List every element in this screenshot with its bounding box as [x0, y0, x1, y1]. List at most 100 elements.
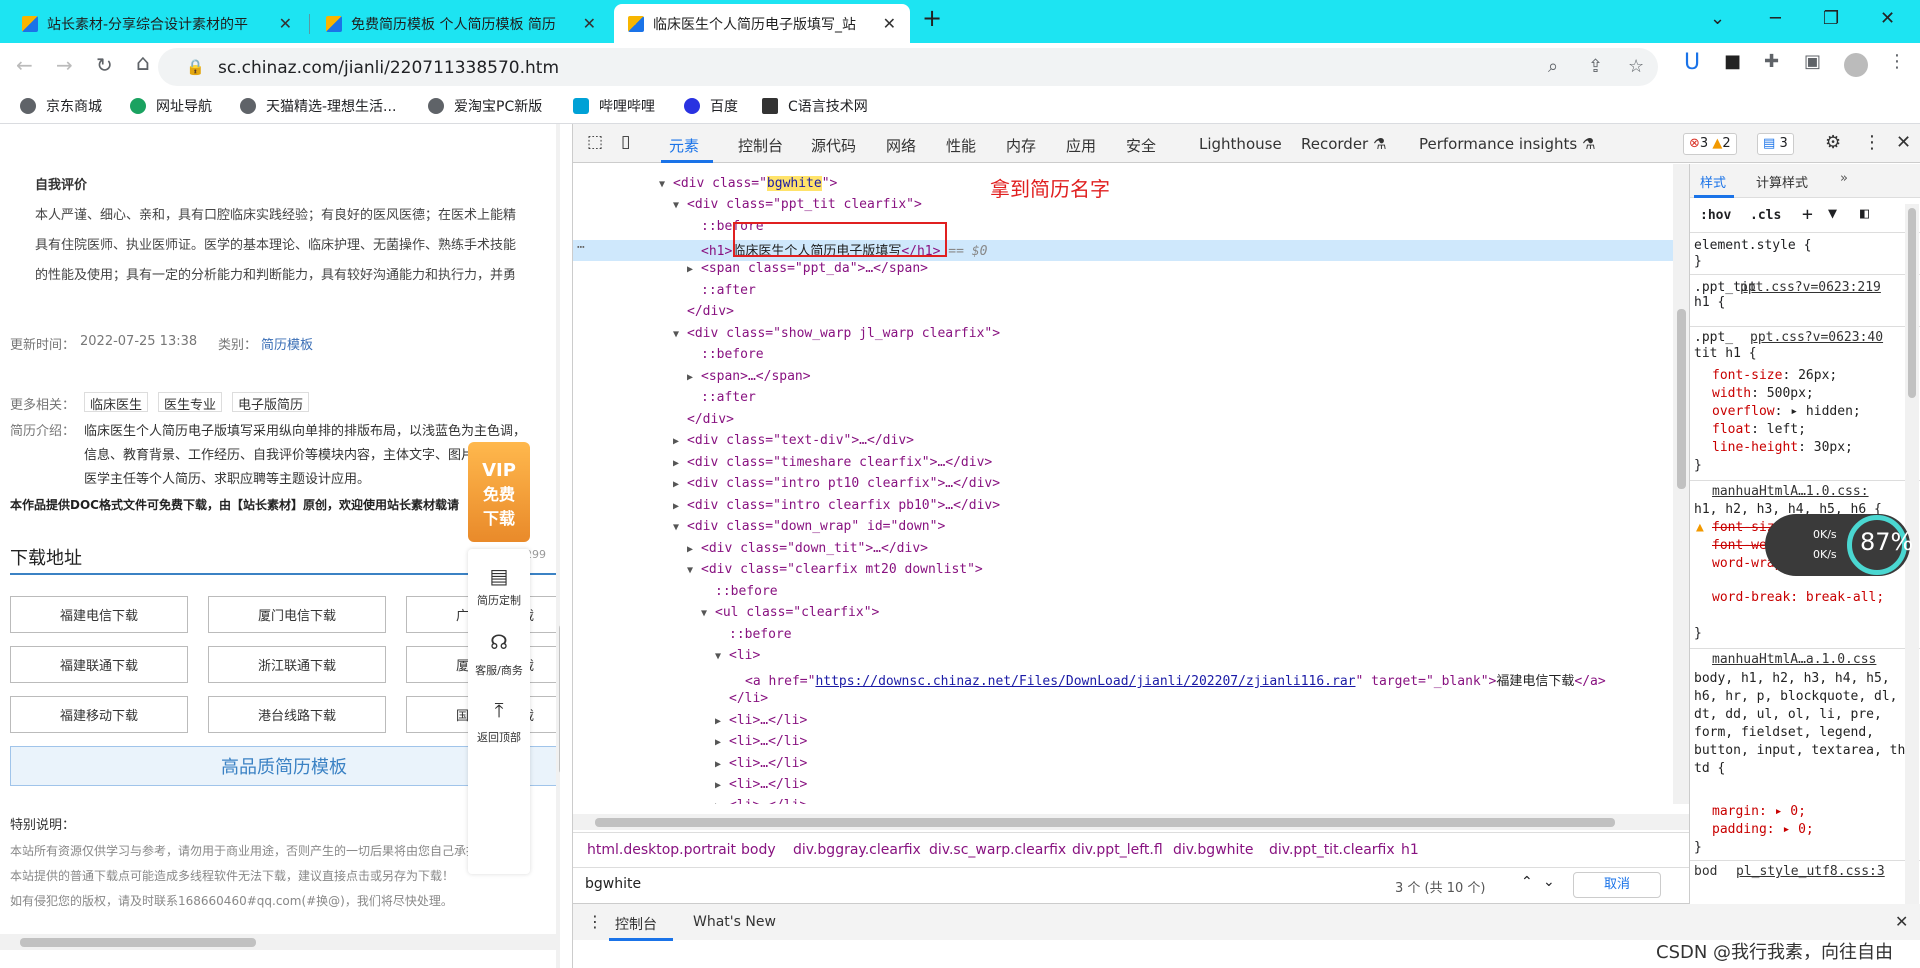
chrome-menu-icon[interactable]: ⋮	[1888, 51, 1906, 72]
dom-node-ppt-tit[interactable]: ▼ <div class="ppt_tit clearfix">	[673, 197, 922, 218]
dom-node-a[interactable]: <a href="https://downsc.chinaz.net/Files…	[745, 670, 1606, 691]
dom-pseudo-before[interactable]: ::before	[715, 584, 778, 605]
download-button[interactable]: 福建移动下载	[10, 696, 188, 733]
home-button[interactable]: ⌂	[136, 51, 150, 76]
download-button[interactable]: 浙江联通下载	[208, 646, 386, 683]
category-link[interactable]: 简历模板	[261, 334, 313, 353]
close-devtools-icon[interactable]: ✕	[1896, 132, 1911, 153]
restore-button[interactable]: ❐	[1823, 8, 1839, 29]
tab-lighthouse[interactable]: Lighthouse	[1199, 135, 1282, 153]
tab-performance-insights[interactable]: Performance insights ⚗	[1419, 135, 1595, 153]
dom-node-span-ppt-da[interactable]: ▶ <span class="ppt_da">…</span>	[687, 261, 928, 282]
breadcrumb-item[interactable]: body	[741, 842, 776, 858]
bookmark-item[interactable]: 网址导航	[130, 96, 212, 116]
breadcrumb-item[interactable]: div.ppt_tit.clearfix	[1269, 842, 1395, 858]
cls-toggle[interactable]: .cls	[1750, 208, 1781, 223]
tab-network[interactable]: 网络	[886, 135, 916, 156]
css-property[interactable]: word-break: break-all;	[1712, 590, 1912, 605]
rule-selector[interactable]: .ppt_	[1694, 330, 1733, 345]
url-text[interactable]: sc.chinaz.com/jianli/220711338570.htm	[218, 58, 559, 78]
new-tab-button[interactable]: +	[922, 4, 942, 32]
css-property[interactable]: width: 500px;	[1712, 386, 1814, 401]
dom-node-li[interactable]: ▶<li>…</li>	[715, 798, 807, 804]
reload-button[interactable]: ↻	[96, 53, 113, 77]
more-tabs-icon[interactable]: »	[1840, 171, 1848, 186]
paint-icon[interactable]: ▼	[1828, 204, 1837, 222]
close-tab-icon[interactable]: ✕	[883, 14, 896, 33]
close-window-button[interactable]: ✕	[1880, 8, 1895, 29]
extension-mask-icon[interactable]: ■	[1724, 51, 1741, 72]
expand-arrow-icon[interactable]: ▶	[673, 436, 687, 447]
headset-icon[interactable]: ☊	[468, 630, 530, 654]
search-prev-icon[interactable]: ⌃	[1521, 874, 1533, 890]
breadcrumb-item[interactable]: div.ppt_left.fl	[1072, 842, 1163, 858]
expand-arrow-icon[interactable]: ▶	[687, 544, 701, 555]
bookmark-item[interactable]: 哔哩哔哩	[573, 96, 655, 116]
dom-node-bgwhite[interactable]: ▼ <div class="bgwhite">	[659, 176, 837, 197]
messages-badge[interactable]: ▤ 3	[1757, 133, 1794, 155]
dom-node-downlist[interactable]: ▼ <div class="clearfix mt20 downlist">	[687, 562, 983, 583]
href-link[interactable]: https://downsc.chinaz.net/Files/DownLoad…	[815, 674, 1355, 689]
expand-arrow-icon[interactable]: ▶	[673, 458, 687, 469]
rule-selector[interactable]: body, h1, h2, h3, h4, h5, h6, hr, p, blo…	[1694, 670, 1916, 778]
tag-link[interactable]: 临床医生	[84, 392, 149, 413]
breadcrumb-item[interactable]: html.desktop.portrait	[587, 842, 736, 858]
elements-tree[interactable]: ▼ <div class="bgwhite"> ▼ <div class="ppt_…	[573, 164, 1673, 804]
dom-node-li[interactable]: ▼ <li>	[715, 648, 760, 669]
close-tab-icon[interactable]: ✕	[279, 14, 292, 33]
collapse-arrow-icon[interactable]: ▼	[687, 565, 701, 576]
expand-arrow-icon[interactable]: ▶	[715, 780, 729, 791]
back-to-top-icon[interactable]: ⤒	[468, 698, 530, 722]
dom-pseudo-before[interactable]: ::before	[701, 347, 764, 368]
dom-node-timeshare[interactable]: ▶ <div class="timeshare clearfix">…</div>	[673, 455, 992, 476]
issues-badge[interactable]: ⊗3 ▲2	[1683, 133, 1737, 155]
bookmark-item[interactable]: 百度	[684, 96, 738, 116]
float-label[interactable]: 返回顶部	[468, 729, 530, 745]
dom-node-li[interactable]: ▶<li>…</li>	[715, 713, 807, 734]
resume-custom-icon[interactable]: ▤	[468, 564, 530, 588]
expand-arrow-icon[interactable]: ▶	[687, 372, 701, 383]
breadcrumb-item[interactable]: div.sc_warp.clearfix	[929, 842, 1066, 858]
search-next-icon[interactable]: ⌄	[1543, 874, 1555, 890]
devtools-menu-icon[interactable]: ⋮	[1863, 132, 1881, 153]
tab-computed[interactable]: 计算样式	[1756, 172, 1808, 191]
ellipsis-menu-icon[interactable]: ⋯	[577, 240, 585, 255]
new-rule-icon[interactable]: +	[1802, 204, 1813, 225]
css-property[interactable]: margin: ▸ 0;	[1712, 804, 1806, 819]
dom-node-intro-pt10[interactable]: ▶ <div class="intro pt10 clearfix">…</div…	[673, 476, 1000, 497]
collapse-arrow-icon[interactable]: ▼	[715, 651, 729, 662]
expand-arrow-icon[interactable]: ▶	[673, 501, 687, 512]
drawer-menu-icon[interactable]: ⋮	[587, 912, 603, 931]
rule-source-link[interactable]: pl_style_utf8.css:3	[1736, 864, 1885, 879]
css-property[interactable]: padding: ▸ 0;	[1712, 822, 1814, 837]
dom-pseudo-before[interactable]: ::before	[729, 627, 792, 648]
rule-source-link[interactable]: ppt.css?v=0623:219	[1740, 280, 1881, 295]
download-button[interactable]: 福建电信下载	[10, 596, 188, 633]
tab-sources[interactable]: 源代码	[811, 135, 856, 156]
tab-recorder[interactable]: Recorder ⚗	[1301, 135, 1386, 153]
back-button[interactable]: ←	[16, 53, 33, 77]
vip-free-download-badge[interactable]: VIP 免费 下载	[468, 442, 530, 542]
dom-node-text-div[interactable]: ▶ <div class="text-div">…</div>	[673, 433, 914, 454]
tab-security[interactable]: 安全	[1126, 135, 1156, 156]
close-tab-icon[interactable]: ✕	[583, 14, 596, 33]
settings-gear-icon[interactable]: ⚙	[1825, 132, 1841, 153]
bookmark-item[interactable]: 天猫精选-理想生活...	[240, 96, 396, 116]
expand-arrow-icon[interactable]: ▶	[715, 759, 729, 770]
expand-arrow-icon[interactable]: ▶	[673, 479, 687, 490]
share-icon[interactable]: ⇪	[1588, 56, 1603, 77]
network-speed-widget[interactable]: 0K/s 0K/s 87%	[1765, 514, 1913, 576]
toggle-sidebar-icon[interactable]: ◧	[1860, 204, 1869, 222]
tab-search-icon[interactable]: ⌄	[1710, 8, 1725, 29]
dom-search-input[interactable]: bgwhite	[585, 876, 641, 892]
hov-toggle[interactable]: :hov	[1700, 208, 1731, 223]
search-cancel-button[interactable]: 取消	[1573, 872, 1661, 898]
bookmark-item[interactable]: C语言技术网	[762, 96, 868, 116]
collapse-arrow-icon[interactable]: ▼	[673, 329, 687, 340]
expand-arrow-icon[interactable]: ▶	[715, 801, 729, 804]
device-toolbar-icon[interactable]: ▯	[621, 132, 630, 152]
tab-elements[interactable]: 元素	[669, 135, 699, 156]
bookmark-item[interactable]: 爱淘宝PC新版	[428, 96, 542, 116]
tab-console[interactable]: 控制台	[738, 135, 783, 156]
dom-node-show-warp[interactable]: ▼ <div class="show_warp jl_warp clearfix"…	[673, 326, 1000, 347]
